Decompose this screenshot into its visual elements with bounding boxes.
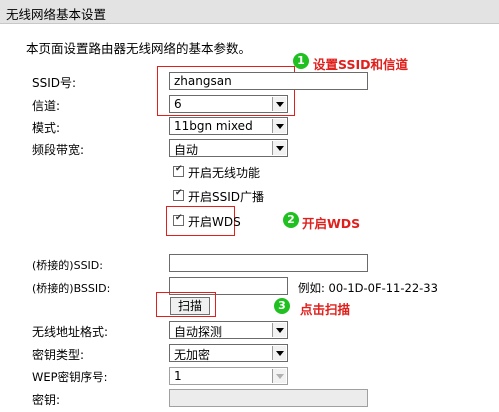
addr-format-label: 无线地址格式:: [32, 325, 109, 339]
key-type-value: 无加密: [174, 348, 211, 362]
ssid-broadcast-checkbox-label: 开启SSID广播: [188, 190, 265, 204]
ssid-input[interactable]: zhangsan: [169, 72, 368, 90]
bridge-ssid-input[interactable]: [169, 254, 368, 272]
wds-checkbox-label: 开启WDS: [188, 215, 241, 229]
wep-index-label: WEP密钥序号:: [32, 370, 108, 384]
scan-button[interactable]: 扫描: [170, 297, 210, 315]
key-type-label: 密钥类型:: [32, 348, 85, 362]
chevron-down-icon: [272, 141, 286, 155]
channel-label: 信道:: [32, 99, 61, 113]
addr-format-select[interactable]: 自动探测: [169, 321, 288, 339]
mode-label: 模式:: [32, 121, 61, 135]
channel-value: 6: [174, 97, 182, 111]
chevron-down-icon: [272, 97, 286, 111]
ssid-broadcast-checkbox[interactable]: [173, 188, 184, 201]
bandwidth-value: 自动: [174, 143, 199, 157]
annotation-text-1: 设置SSID和信道: [313, 57, 408, 72]
wep-index-select[interactable]: 1: [169, 367, 288, 385]
channel-select[interactable]: 6: [169, 95, 288, 113]
section-title: 无线网络基本设置: [6, 7, 107, 22]
chevron-down-icon: [272, 323, 286, 337]
ssid-label: SSID号:: [32, 76, 77, 90]
bandwidth-label: 频段带宽:: [32, 143, 85, 157]
annotation-badge-3: 3: [274, 298, 290, 314]
wireless-checkbox-label: 开启无线功能: [188, 166, 261, 180]
key-type-select[interactable]: 无加密: [169, 344, 288, 362]
chevron-down-icon: [272, 369, 286, 383]
annotation-badge-2: 2: [283, 212, 299, 228]
chevron-down-icon: [272, 346, 286, 360]
addr-format-value: 自动探测: [174, 325, 223, 339]
bridge-bssid-label: (桥接的)BSSID:: [32, 282, 111, 295]
wds-checkbox[interactable]: [173, 213, 184, 226]
annotation-text-2: 开启WDS: [302, 216, 361, 231]
bandwidth-select[interactable]: 自动: [169, 139, 288, 157]
ssid-value: zhangsan: [174, 74, 232, 88]
section-header: 无线网络基本设置: [0, 0, 499, 24]
bridge-ssid-label: (桥接的)SSID:: [32, 259, 103, 272]
wireless-checkbox[interactable]: [173, 164, 184, 177]
mode-select[interactable]: 11bgn mixed: [169, 117, 288, 135]
key-input[interactable]: [169, 389, 368, 407]
chevron-down-icon: [272, 119, 286, 133]
annotation-badge-1: 1: [293, 53, 309, 69]
bssid-example-hint: 例如: 00-1D-0F-11-22-33: [298, 281, 438, 295]
annotation-text-3: 点击扫描: [300, 302, 351, 317]
mode-value: 11bgn mixed: [174, 119, 253, 133]
key-label: 密钥:: [32, 393, 61, 407]
wep-index-value: 1: [174, 369, 182, 383]
page-description: 本页面设置路由器无线网络的基本参数。: [26, 41, 252, 56]
